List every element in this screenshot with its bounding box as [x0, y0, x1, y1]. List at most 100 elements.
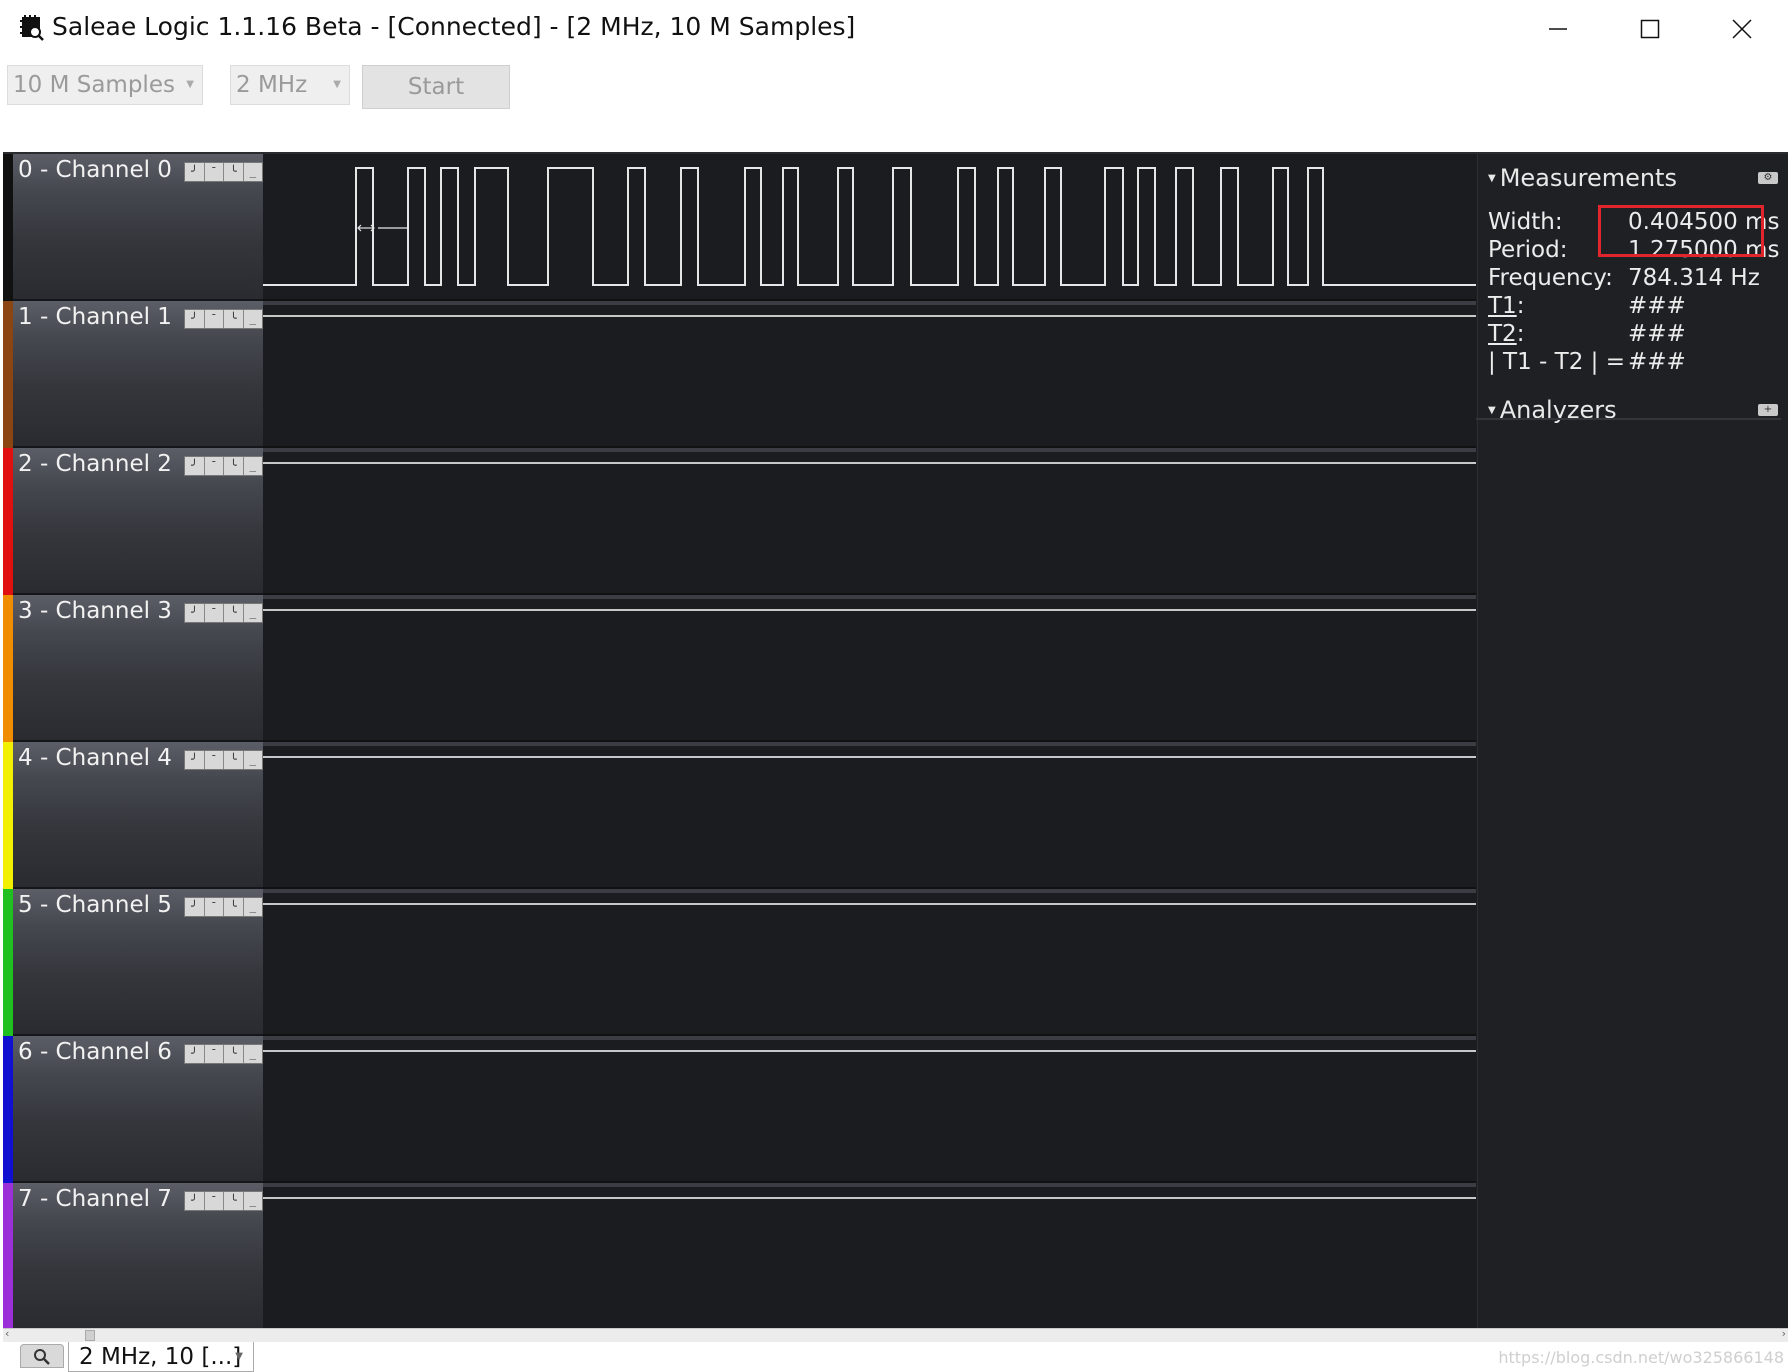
add-analyzer-icon[interactable]: + — [1758, 404, 1778, 416]
low-level-icon[interactable]: _ — [243, 604, 262, 622]
title-bar: Saleae Logic 1.1.16 Beta - [Connected] -… — [0, 0, 1790, 58]
sample-rate-select[interactable]: 2 MHz ▼ — [230, 65, 350, 105]
window-title: Saleae Logic 1.1.16 Beta - [Connected] -… — [52, 12, 856, 41]
high-level-icon[interactable]: ¯ — [204, 1192, 224, 1210]
measurements-header[interactable]: ▼ Measurements — [1488, 164, 1677, 192]
high-level-icon[interactable]: ¯ — [204, 751, 224, 769]
falling-edge-icon[interactable]: ╰ — [224, 604, 244, 622]
channel-waveform[interactable] — [263, 1036, 1476, 1183]
low-level-icon[interactable]: _ — [243, 1192, 262, 1210]
t2-link[interactable]: T2 — [1488, 321, 1517, 347]
trigger-buttons: ╯ ¯ ╰ _ — [184, 1191, 263, 1211]
channel-waveform[interactable] — [263, 1183, 1476, 1330]
rising-edge-icon[interactable]: ╯ — [185, 457, 205, 475]
channel-header[interactable]: 1 - Channel 1 ╯ ¯ ╰ _ — [3, 301, 263, 448]
measurement-value: 0.404500 ms — [1628, 209, 1780, 235]
measurement-value: ### — [1628, 349, 1686, 375]
channel-label[interactable]: 1 - Channel 1 — [18, 304, 172, 330]
high-level-icon[interactable]: ¯ — [204, 1045, 224, 1063]
side-panel: ▼ Measurements ⚙ Width: 0.404500 ms Perio… — [1477, 154, 1788, 1330]
channel-waveform[interactable] — [263, 889, 1476, 1036]
channel-header[interactable]: 4 - Channel 4 ╯ ¯ ╰ _ — [3, 742, 263, 889]
channel-label[interactable]: 6 - Channel 6 — [18, 1039, 172, 1065]
low-level-icon[interactable]: _ — [243, 457, 262, 475]
channel-label[interactable]: 7 - Channel 7 — [18, 1186, 172, 1212]
channel-label[interactable]: 4 - Channel 4 — [18, 745, 172, 771]
high-level-icon[interactable]: ¯ — [204, 163, 224, 181]
rising-edge-icon[interactable]: ╯ — [185, 163, 205, 181]
channel-header[interactable]: 5 - Channel 5 ╯ ¯ ╰ _ — [3, 889, 263, 1036]
channel-header[interactable]: 0 - Channel 0 ╯ ¯ ╰ _ — [3, 154, 263, 301]
scroll-left-icon[interactable]: ‹ — [5, 1327, 9, 1340]
sample-count-select[interactable]: 10 M Samples ▼ — [7, 65, 203, 105]
measurement-value: ### — [1628, 293, 1686, 319]
rising-edge-icon[interactable]: ╯ — [185, 604, 205, 622]
scroll-right-icon[interactable]: › — [1782, 1327, 1786, 1340]
horizontal-scrollbar[interactable]: ‹ › — [3, 1327, 1788, 1342]
channel-label[interactable]: 5 - Channel 5 — [18, 892, 172, 918]
channel-row: 4 - Channel 4 ╯ ¯ ╰ _ — [3, 742, 1476, 889]
falling-edge-icon[interactable]: ╰ — [224, 751, 244, 769]
channel-row: 0 - Channel 0 ╯ ¯ ╰ _ — [3, 154, 1476, 301]
collapse-triangle-icon: ▼ — [1488, 405, 1496, 416]
channel-waveform[interactable] — [263, 595, 1476, 742]
falling-edge-icon[interactable]: ╰ — [224, 1192, 244, 1210]
low-level-icon[interactable]: _ — [243, 898, 262, 916]
channel-list: 0 - Channel 0 ╯ ¯ ╰ _ 1 - Channel 1 ╯ ¯ … — [3, 154, 1476, 1330]
rising-edge-icon[interactable]: ╯ — [185, 1045, 205, 1063]
channel-label[interactable]: 0 - Channel 0 — [18, 157, 172, 183]
channel-label[interactable]: 3 - Channel 3 — [18, 598, 172, 624]
falling-edge-icon[interactable]: ╰ — [224, 1045, 244, 1063]
scroll-thumb[interactable] — [85, 1330, 95, 1341]
signal-trace — [263, 1050, 1476, 1052]
measurement-value: ### — [1628, 321, 1686, 347]
rising-edge-icon[interactable]: ╯ — [185, 751, 205, 769]
low-level-icon[interactable]: _ — [243, 310, 262, 328]
session-tab[interactable]: 2 MHz, 10 [...] ▼ — [68, 1342, 254, 1372]
high-level-icon[interactable]: ¯ — [204, 457, 224, 475]
minimize-button[interactable] — [1512, 0, 1604, 58]
gear-icon[interactable]: ⚙ — [1758, 172, 1778, 184]
measurement-value: 1.275000 ms — [1628, 237, 1780, 263]
trigger-buttons: ╯ ¯ ╰ _ — [184, 456, 263, 476]
channel-header[interactable]: 2 - Channel 2 ╯ ¯ ╰ _ — [3, 448, 263, 595]
row-separator — [263, 1183, 1476, 1187]
row-separator — [263, 448, 1476, 452]
channel-waveform[interactable] — [263, 448, 1476, 595]
channel-header[interactable]: 6 - Channel 6 ╯ ¯ ╰ _ — [3, 1036, 263, 1183]
channel-waveform[interactable] — [263, 301, 1476, 448]
high-level-icon[interactable]: ¯ — [204, 604, 224, 622]
high-level-icon[interactable]: ¯ — [204, 310, 224, 328]
zoom-tab[interactable] — [20, 1344, 64, 1368]
saleae-logo-icon — [20, 15, 44, 41]
start-button[interactable]: Start — [362, 65, 510, 109]
falling-edge-icon[interactable]: ╰ — [224, 163, 244, 181]
t1-link[interactable]: T1 — [1488, 293, 1517, 319]
minimize-icon — [1549, 28, 1567, 30]
falling-edge-icon[interactable]: ╰ — [224, 898, 244, 916]
channel-row: 3 - Channel 3 ╯ ¯ ╰ _ — [3, 595, 1476, 742]
rising-edge-icon[interactable]: ╯ — [185, 1192, 205, 1210]
rising-edge-icon[interactable]: ╯ — [185, 898, 205, 916]
chevron-down-icon[interactable]: ▼ — [235, 1342, 243, 1372]
falling-edge-icon[interactable]: ╰ — [224, 457, 244, 475]
channel-row: 2 - Channel 2 ╯ ¯ ╰ _ — [3, 448, 1476, 595]
channel-waveform[interactable] — [263, 154, 1476, 301]
channel-waveform[interactable] — [263, 742, 1476, 889]
channel-label[interactable]: 2 - Channel 2 — [18, 451, 172, 477]
rising-edge-icon[interactable]: ╯ — [185, 310, 205, 328]
channel-color-stripe — [3, 154, 13, 301]
chevron-down-icon: ▼ — [333, 79, 341, 90]
low-level-icon[interactable]: _ — [243, 163, 262, 181]
low-level-icon[interactable]: _ — [243, 751, 262, 769]
channel-header[interactable]: 7 - Channel 7 ╯ ¯ ╰ _ — [3, 1183, 263, 1330]
trigger-buttons: ╯ ¯ ╰ _ — [184, 1044, 263, 1064]
low-level-icon[interactable]: _ — [243, 1045, 262, 1063]
channel-header[interactable]: 3 - Channel 3 ╯ ¯ ╰ _ — [3, 595, 263, 742]
high-level-icon[interactable]: ¯ — [204, 898, 224, 916]
signal-trace — [263, 315, 1476, 317]
maximize-button[interactable] — [1604, 0, 1696, 58]
close-button[interactable] — [1696, 0, 1788, 58]
width-marker-icon — [357, 224, 407, 232]
falling-edge-icon[interactable]: ╰ — [224, 310, 244, 328]
